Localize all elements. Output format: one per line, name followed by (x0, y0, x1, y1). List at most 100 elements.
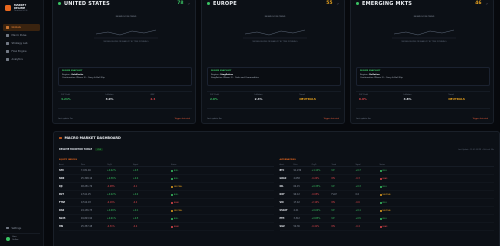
table-row[interactable]: ETH 3,312 +0.85% UP +0.5 BULL (279, 215, 494, 223)
stat-cell: 10Y Yield 2.6% (207, 92, 252, 108)
dashboard-title: MACRO MARKET DASHBOARD (64, 136, 121, 140)
table-title: EQUITY INDICES (59, 159, 78, 161)
footer-alert[interactable]: Trigger detected (323, 118, 339, 120)
stats-row: 10Y Yield 6.9% Inflation 4.8% Trend NEUTRALS (356, 91, 490, 109)
user-chip[interactable]: User Online (3, 233, 40, 243)
sidebar-item-analytics[interactable]: Analytics (3, 56, 40, 63)
column-header[interactable]: Asset (280, 164, 294, 166)
table-row[interactable]: NDX 25,308.16 +0.36% +0.4 BULL (59, 175, 274, 183)
status-badge: BEAR (171, 225, 195, 228)
regime-line: Regime: Stagflation (211, 74, 337, 76)
region-status-icon (58, 2, 61, 5)
footer-alert[interactable]: Trigger detected (472, 118, 488, 120)
table-row[interactable]: GOLD 4,058 -0.24% DN -0.3 BEAR (279, 175, 494, 183)
asset-signal: +0.4 (133, 177, 139, 180)
table-row[interactable]: US10Y 4.21 +0.02% UP +0.1 NEUTRAL (279, 207, 494, 215)
table-row[interactable]: FTSE 9,512.93 -0.16% -0.2 BEAR (59, 199, 274, 207)
column-header[interactable]: Trend (332, 164, 356, 166)
column-header[interactable]: Signal (356, 164, 380, 166)
table-row[interactable]: DAX 24,136.75 +0.09% +0.1 NEUTRAL (59, 207, 274, 215)
column-header[interactable]: Status (380, 164, 400, 166)
region-name: EMERGING MKTS (362, 0, 413, 7)
status-text: BULL (382, 185, 388, 188)
region-card[interactable]: EUROPE 55 ↗ REGIME SCORE TREND MEDIAN REGIME… (201, 0, 345, 124)
expand-icon[interactable]: ↗ (336, 2, 339, 6)
asset-symbol: GOLD (279, 177, 287, 180)
regime-label: REGIME SNAPSHOT (62, 70, 83, 72)
status-dot-icon (171, 177, 173, 180)
trend-chart[interactable]: REGIME SCORE TREND MEDIAN REGIME PROBABIL… (384, 10, 464, 48)
table-row[interactable]: VIX 17.42 -2.10% DN -0.6 BULL (279, 199, 494, 207)
expand-icon[interactable]: ↗ (187, 2, 190, 6)
table-row[interactable]: BTC 91,236 +1.12% UP +0.7 BULL (279, 167, 494, 175)
column-header[interactable]: Price (294, 164, 312, 166)
stat-value: 4.21% (61, 97, 71, 101)
status-text: BULL (174, 193, 179, 196)
asset-change: -0.41% (311, 225, 320, 228)
sidebar-item-globals[interactable]: Globals (3, 24, 40, 32)
sidebar-item-macro-pulse[interactable]: Macro Pulse (3, 32, 40, 39)
table-row[interactable]: DJI 48,251.76 -0.08% -0.1 NEUTRAL (59, 183, 274, 191)
stats-row: 10Y Yield 2.6% Inflation 2.4% Trend NEUTRALS (207, 91, 341, 109)
column-header[interactable]: Price (81, 164, 107, 166)
regime-panel: REGIME SNAPSHOT Regime: Reflation Continua… (356, 67, 490, 86)
asset-change: +0.36% (107, 177, 116, 180)
region-card[interactable]: EMERGING MKTS 46 ↗ REGIME SCORE TREND MEDIAN… (350, 0, 494, 124)
status-badge: BULL (379, 201, 400, 204)
table-row[interactable]: OIL 64.15 +0.33% UP +0.3 BULL (279, 183, 494, 191)
alternatives-table: ALTERNATIVES Asset Price Chg% Trend Signal St… (279, 159, 494, 231)
stat-cell: 10Y Yield 6.9% (356, 92, 401, 108)
asset-symbol: ETH (279, 217, 285, 220)
market-tables: EQUITY INDICES Asset Price Chg% Signal Statu… (59, 159, 494, 231)
settings-button[interactable]: Settings (3, 225, 40, 231)
sidebar-item-flow-engine[interactable]: Flow Engine (3, 48, 40, 55)
status-text: BEAR (382, 225, 388, 228)
trend-line (244, 29, 306, 36)
asset-symbol: DXY (279, 193, 285, 196)
status-badge: NEUTRAL (379, 209, 400, 212)
column-header[interactable]: Signal (133, 164, 171, 166)
asset-price: 4.21 (293, 209, 299, 212)
asset-price: 99.12 (293, 193, 300, 196)
table-row[interactable]: DXY 99.12 -0.05% FLAT 0.0 NEUTRAL (279, 191, 494, 199)
brand[interactable]: MARKET REGIME Terminal v2.4 (0, 0, 43, 16)
table-row[interactable]: RUT 2,511.25 +0.22% +0.2 BULL (59, 191, 274, 199)
asset-price: 7,031.46 (81, 169, 91, 172)
stat-cell: Inflation 4.8% (401, 92, 446, 108)
status-dot-icon (379, 193, 382, 196)
stat-value: 3.0% (105, 97, 114, 101)
column-header[interactable]: Chg% (312, 164, 332, 166)
status-text: BEAR (382, 177, 388, 180)
status-badge: BULL (171, 193, 195, 196)
status-dot-icon (379, 169, 382, 172)
table-row[interactable]: HSI 25,357.48 -0.31% -0.4 BEAR (59, 223, 274, 231)
table-row[interactable]: SILV 50.36 -0.41% DN -0.4 BEAR (279, 223, 494, 231)
region-status-icon (207, 2, 210, 5)
footer-alert[interactable]: Trigger detected (174, 118, 190, 120)
sidebar-item-strategy-lab[interactable]: Strategy Lab (3, 40, 40, 47)
region-card[interactable]: UNITED STATES 78 ↗ REGIME SCORE TREND MEDIAN… (52, 0, 196, 124)
regime-description: Continuation (Phase 2) - Carry & Bull Fl… (360, 77, 403, 79)
asset-symbol: OIL (279, 185, 284, 188)
trend-chart[interactable]: REGIME SCORE TREND MEDIAN REGIME PROBABIL… (235, 10, 315, 48)
trend-chart[interactable]: REGIME SCORE TREND MEDIAN REGIME PROBABIL… (86, 10, 166, 48)
status-text: BULL (382, 201, 388, 204)
status-text: BULL (174, 169, 179, 172)
status-text: BULL (382, 169, 388, 172)
table-row[interactable]: SPX 7,031.46 +0.42% +0.5 BULL (59, 167, 274, 175)
table-row[interactable]: N225 49,823.90 +0.41% +0.5 BULL (59, 215, 274, 223)
asset-symbol: US10Y (279, 209, 288, 212)
status-badge: BULL (379, 217, 400, 220)
column-header[interactable]: Status (171, 164, 195, 166)
expand-icon[interactable]: ↗ (485, 2, 488, 6)
status-badge: NEUTRAL (171, 209, 195, 212)
table-body: SPX 7,031.46 +0.42% +0.5 BULL NDX 25,308.16 +0.… (59, 167, 274, 231)
asset-change: -0.24% (311, 177, 320, 180)
asset-signal: +0.1 (133, 209, 139, 212)
status-text: NEUTRAL (382, 209, 391, 212)
column-header[interactable]: Asset (59, 164, 81, 166)
asset-trend: UP (331, 209, 335, 212)
asset-price: 64.15 (293, 185, 300, 188)
card-footer: Last update 4m Trigger detected (207, 118, 339, 120)
column-header[interactable]: Chg% (107, 164, 133, 166)
